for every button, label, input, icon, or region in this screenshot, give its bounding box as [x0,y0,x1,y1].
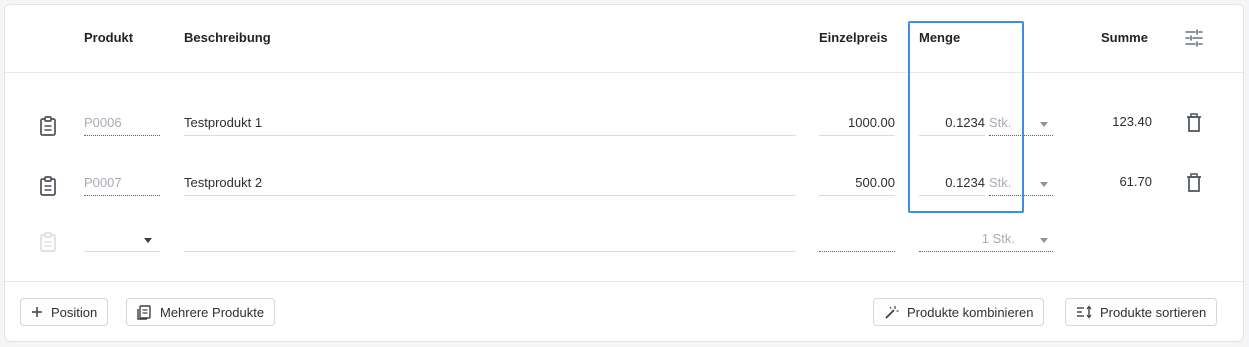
unit-price-field[interactable]: 500.00 [819,174,895,196]
unit-select[interactable]: Stk. [989,114,1053,136]
chevron-down-icon [1040,182,1048,187]
column-header-total: Summe [1101,30,1148,45]
multiple-products-button[interactable]: Mehrere Produkte [126,298,276,326]
product-select[interactable] [84,230,160,252]
multiple-products-label: Mehrere Produkte [160,304,265,320]
column-header-description: Beschreibung [184,30,271,45]
clipboard-icon[interactable] [38,175,58,197]
row-total: 123.40 [1112,114,1152,129]
quantity-unit-field[interactable]: 1 Stk. [919,230,1053,252]
sort-icon [1076,305,1092,319]
column-header-unit-price: Einzelpreis [819,30,888,45]
row-total: 61.70 [1119,174,1152,189]
combine-products-button[interactable]: Produkte kombinieren [873,298,1045,326]
unit-label: Stk. [989,115,1012,130]
add-position-button[interactable]: Position [20,298,109,326]
table-row: P0006 Testprodukt 1 1000.00 0.1234 Stk. … [5,101,1243,145]
table-header: Produkt Beschreibung Einzelpreis Menge S… [5,5,1243,73]
column-header-product: Produkt [84,30,134,45]
sort-products-label: Produkte sortieren [1100,304,1207,320]
quantity-field[interactable]: 0.1234 [919,174,985,196]
table-row: P0007 Testprodukt 2 500.00 0.1234 Stk. 6… [5,161,1243,205]
combine-products-label: Produkte kombinieren [907,304,1034,320]
unit-label: Stk. [989,175,1012,190]
chevron-down-icon [1040,122,1048,127]
plus-icon [31,306,43,318]
new-item-row: 1 Stk. [5,217,1243,261]
trash-icon[interactable] [1183,172,1205,194]
description-field[interactable] [184,230,796,252]
description-field[interactable]: Testprodukt 1 [184,114,796,136]
unit-select[interactable]: Stk. [989,174,1053,196]
clipboard-icon[interactable] [38,115,58,137]
column-header-quantity: Menge [919,30,961,45]
product-code-field[interactable]: P0006 [84,114,160,136]
clipboard-list-icon [137,304,152,320]
line-items-card: Produkt Beschreibung Einzelpreis Menge S… [4,4,1244,342]
column-settings-icon[interactable] [1183,27,1205,49]
clipboard-icon [38,231,58,253]
quantity-unit-label: 1 Stk. [981,231,1015,246]
magic-wand-icon [884,305,899,320]
add-position-label: Position [51,304,98,320]
product-code-field[interactable]: P0007 [84,174,160,196]
trash-icon[interactable] [1183,112,1205,134]
footer-divider [5,281,1243,282]
chevron-down-icon [144,238,152,243]
quantity-field[interactable]: 0.1234 [919,114,985,136]
chevron-down-icon [1040,238,1048,243]
sort-products-button[interactable]: Produkte sortieren [1065,298,1218,326]
description-field[interactable]: Testprodukt 2 [184,174,796,196]
unit-price-field[interactable] [819,230,895,252]
unit-price-field[interactable]: 1000.00 [819,114,895,136]
